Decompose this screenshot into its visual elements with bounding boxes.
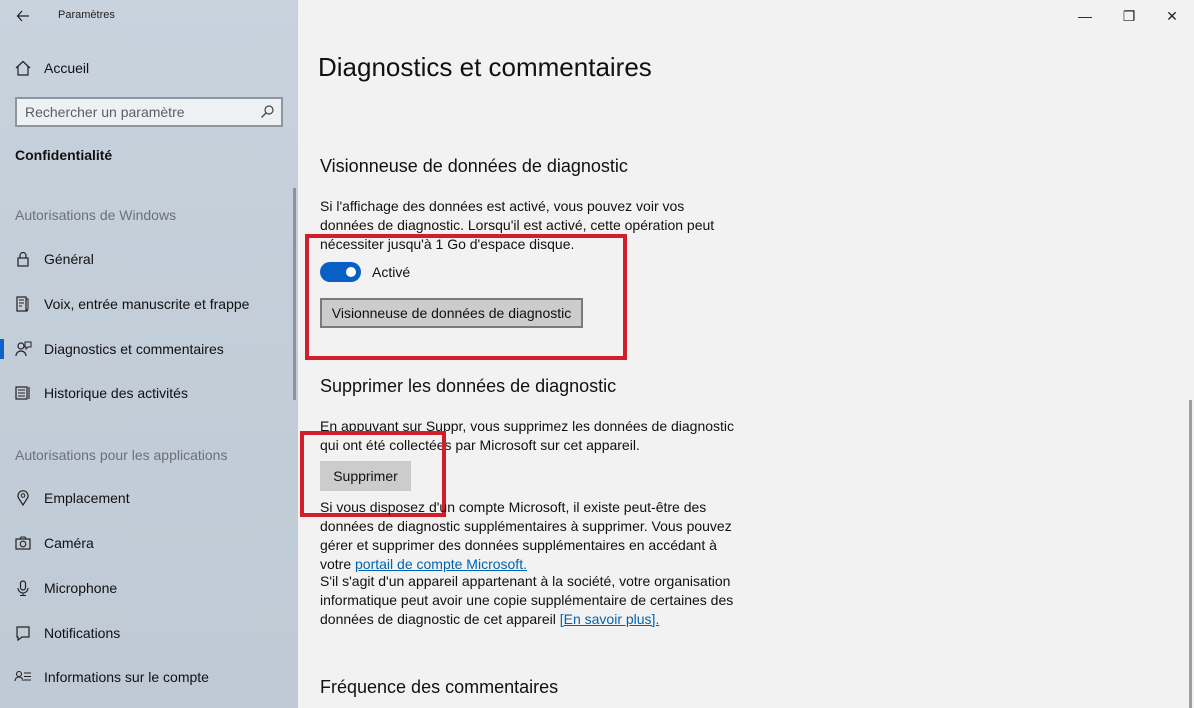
sidebar-item-voice[interactable]: Voix, entrée manuscrite et frappe — [0, 288, 290, 320]
microphone-icon — [17, 580, 29, 597]
viewer-description: Si l'affichage des données est activé, v… — [320, 198, 715, 252]
main-scrollbar[interactable] — [1189, 400, 1192, 708]
toggle-knob — [346, 267, 356, 277]
sidebar-item-label: Notifications — [44, 625, 121, 641]
minimize-button[interactable]: — — [1070, 6, 1100, 26]
company-text: S'il s'agit d'un appareil appartenant à … — [320, 573, 734, 627]
feedback-heading: Fréquence des commentaires — [320, 677, 559, 697]
main-panel: — ❐ ✕ Diagnostics et commentaires Vision… — [298, 0, 1194, 708]
sidebar-item-camera[interactable]: Caméra — [0, 527, 290, 559]
diagnostic-viewer-button[interactable]: Visionneuse de données de diagnostic — [320, 298, 583, 328]
sidebar-item-microphone[interactable]: Microphone — [0, 572, 290, 604]
restore-button[interactable]: ❐ — [1114, 6, 1144, 26]
sidebar-item-label: Caméra — [44, 535, 94, 551]
close-icon: ✕ — [1166, 8, 1178, 24]
sidebar-item-label: Emplacement — [44, 490, 130, 506]
sidebar-item-label: Historique des activités — [44, 385, 188, 401]
learn-more-link[interactable]: [En savoir plus]. — [560, 611, 660, 627]
sidebar-item-home[interactable]: Accueil — [14, 57, 89, 79]
close-button[interactable]: ✕ — [1157, 6, 1187, 26]
search-box[interactable] — [15, 97, 283, 127]
arrow-left-icon — [16, 10, 29, 22]
group-title-windows: Autorisations de Windows — [15, 207, 177, 223]
sidebar-titlebar: Paramètres — [0, 0, 298, 32]
location-icon — [17, 490, 29, 507]
person-feedback-icon — [15, 341, 32, 357]
sidebar-item-location[interactable]: Emplacement — [0, 482, 290, 514]
minimize-icon: — — [1078, 8, 1092, 24]
delete-button[interactable]: Supprimer — [320, 461, 411, 491]
sidebar-scrollbar[interactable] — [293, 188, 296, 400]
camera-icon — [15, 536, 31, 550]
company-paragraph: S'il s'agit d'un appareil appartenant à … — [320, 572, 740, 629]
search-input[interactable] — [25, 103, 255, 121]
lock-icon — [17, 251, 29, 267]
delete-description: En appuyant sur Suppr, vous supprimez le… — [320, 418, 735, 453]
sidebar-item-label: Microphone — [44, 580, 118, 596]
page-title: Diagnostics et commentaires — [318, 52, 652, 82]
search-icon[interactable] — [259, 104, 275, 120]
notifications-icon — [16, 626, 30, 642]
sidebar-item-label: Voix, entrée manuscrite et frappe — [44, 296, 250, 312]
back-button[interactable] — [12, 6, 34, 26]
diagnostic-viewer-toggle[interactable] — [320, 262, 361, 282]
pen-icon — [16, 296, 29, 313]
sidebar-item-diagnostics[interactable]: Diagnostics et commentaires — [0, 333, 290, 365]
account-paragraph: Si vous disposez d'un compte Microsoft, … — [320, 498, 738, 574]
restore-icon: ❐ — [1122, 8, 1136, 24]
home-label: Accueil — [44, 60, 90, 76]
home-icon — [15, 60, 31, 76]
account-info-icon — [14, 670, 31, 682]
section-title: Confidentialité — [15, 147, 113, 163]
app-title: Paramètres — [58, 9, 115, 21]
sidebar: Paramètres Accueil Confidentialité Autor… — [0, 0, 298, 708]
sidebar-item-label: Général — [44, 251, 94, 267]
group-title-apps: Autorisations pour les applications — [15, 447, 228, 463]
sidebar-item-label: Informations sur le compte — [44, 669, 209, 685]
sidebar-item-label: Diagnostics et commentaires — [44, 341, 224, 357]
sidebar-item-general[interactable]: Général — [0, 243, 290, 275]
toggle-label: Activé — [372, 264, 411, 280]
selection-indicator — [0, 339, 4, 359]
account-portal-link[interactable]: portail de compte Microsoft. — [355, 556, 527, 572]
activity-history-icon — [15, 386, 30, 400]
sidebar-item-activity-history[interactable]: Historique des activités — [0, 377, 290, 409]
sidebar-item-account-info[interactable]: Informations sur le compte — [0, 661, 290, 693]
sidebar-item-notifications[interactable]: Notifications — [0, 617, 290, 649]
delete-heading: Supprimer les données de diagnostic — [320, 376, 617, 396]
viewer-heading: Visionneuse de données de diagnostic — [320, 156, 628, 176]
